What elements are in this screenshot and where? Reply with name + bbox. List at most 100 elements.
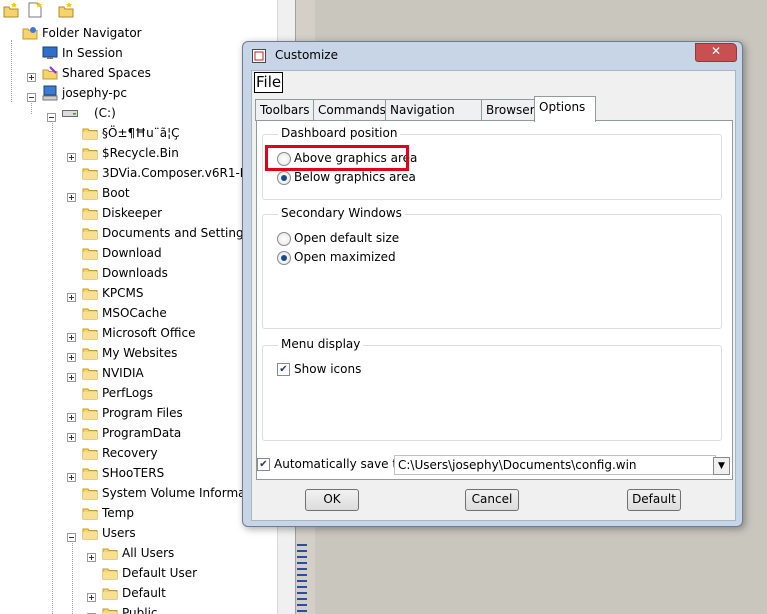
tree-item-label: Shared Spaces: [62, 66, 151, 80]
tree-item-label: NVIDIA: [102, 366, 144, 380]
expand-icon[interactable]: [27, 68, 36, 82]
tree-item[interactable]: Default: [0, 583, 277, 603]
tree-item-label: Downloads: [102, 266, 168, 280]
tree-item-label: SHooTERS: [102, 466, 165, 480]
tree-item-label: josephy-pc: [62, 86, 127, 100]
expand-icon[interactable]: [67, 368, 76, 382]
tree-item[interactable]: josephy-pc: [0, 83, 277, 103]
tree-item-label: Default: [122, 586, 166, 600]
folder-icon: [102, 545, 118, 561]
show-icons-checkbox[interactable]: ✔: [277, 363, 290, 376]
default-button[interactable]: Default: [627, 489, 681, 511]
tree-item[interactable]: $Recycle.Bin: [0, 143, 277, 163]
autosave-path-field[interactable]: C:\Users\josephy\Documents\config.win: [394, 455, 716, 475]
expand-icon[interactable]: [67, 188, 76, 202]
collapse-icon[interactable]: [27, 88, 36, 102]
folder-icon: [82, 465, 98, 481]
cancel-button[interactable]: Cancel: [465, 489, 519, 511]
folder-icon: [82, 305, 98, 321]
expand-icon[interactable]: [87, 588, 96, 602]
dialog-title: Customize: [275, 48, 338, 62]
secondary-windows-title: Secondary Windows: [278, 206, 405, 220]
tab-commands[interactable]: Commands: [313, 99, 387, 121]
expand-icon[interactable]: [87, 608, 96, 614]
folder-icon: [102, 605, 118, 614]
folder-icon: [82, 185, 98, 201]
folder-icon: [82, 525, 98, 541]
menu-file[interactable]: File: [254, 72, 284, 93]
menu-display-title: Menu display: [278, 337, 364, 351]
tree-item[interactable]: ProgramData: [0, 423, 277, 443]
open-default-size-label[interactable]: Open default size: [294, 231, 399, 245]
folder-icon: [82, 165, 98, 181]
tree-item[interactable]: All Users: [0, 543, 277, 563]
collapse-icon[interactable]: [47, 108, 56, 122]
tree-item-label: Download: [102, 246, 162, 260]
open-default-size-radio[interactable]: [277, 232, 291, 246]
tree-item-label: Recovery: [102, 446, 158, 460]
tree-item[interactable]: Program Files: [0, 403, 277, 423]
tree-item[interactable]: Downloads: [0, 263, 277, 283]
tree-item[interactable]: Users: [0, 523, 277, 543]
expand-icon[interactable]: [67, 148, 76, 162]
tree-item-label: Users: [102, 526, 136, 540]
chevron-down-icon[interactable]: ▼: [713, 457, 730, 475]
tree-item[interactable]: System Volume Information: [0, 483, 277, 503]
tree-item-label: KPCMS: [102, 286, 144, 300]
expand-icon[interactable]: [67, 428, 76, 442]
tree-item[interactable]: PerfLogs: [0, 383, 277, 403]
new-document-icon[interactable]: [26, 1, 44, 18]
tree-item[interactable]: Shared Spaces: [0, 63, 277, 83]
tree-item[interactable]: Diskeeper: [0, 203, 277, 223]
tree-item[interactable]: Public: [0, 603, 277, 614]
expand-icon[interactable]: [67, 328, 76, 342]
tree-item[interactable]: Default User: [0, 563, 277, 583]
folder-icon: [82, 205, 98, 221]
expand-icon[interactable]: [67, 408, 76, 422]
tree-item[interactable]: Boot: [0, 183, 277, 203]
autosave-checkbox[interactable]: ✔: [257, 458, 270, 471]
below-graphics-radio[interactable]: [277, 171, 291, 185]
tree-item[interactable]: KPCMS: [0, 283, 277, 303]
show-icons-label[interactable]: Show icons: [294, 362, 361, 376]
open-maximized-radio[interactable]: [277, 251, 291, 265]
tree-item-label: Boot: [102, 186, 130, 200]
tab-browser[interactable]: Browser: [481, 99, 537, 121]
expand-icon[interactable]: [67, 348, 76, 362]
tree-item-label: All Users: [122, 546, 175, 560]
tree-item[interactable]: My Websites: [0, 343, 277, 363]
ok-button[interactable]: OK: [305, 489, 359, 511]
tree-item[interactable]: NVIDIA: [0, 363, 277, 383]
folder-icon: [82, 325, 98, 341]
tab-navigation-tabs[interactable]: Navigation Tabs: [385, 99, 483, 137]
tab-toolbars[interactable]: Toolbars: [255, 99, 315, 121]
collapse-icon[interactable]: [67, 528, 76, 542]
expand-icon[interactable]: [67, 468, 76, 482]
open-maximized-label[interactable]: Open maximized: [294, 250, 396, 264]
tab-options[interactable]: Options: [534, 96, 596, 122]
expand-icon[interactable]: [87, 548, 96, 562]
tree-item[interactable]: §Ö±¶Ħu¨ã¦Ç: [0, 123, 277, 143]
expand-icon[interactable]: [67, 288, 76, 302]
collapse-arrows-icon[interactable]: [297, 540, 307, 614]
tree-item-label: Documents and Settings: [102, 226, 250, 240]
tree-item[interactable]: (C:): [0, 103, 277, 123]
new-folder-icon[interactable]: [2, 1, 20, 18]
add-folder-icon[interactable]: [57, 1, 75, 18]
tree-item[interactable]: Download: [0, 243, 277, 263]
menu-display-group: [262, 345, 722, 441]
tree-item[interactable]: In Session: [0, 43, 277, 63]
tree-item[interactable]: SHooTERS: [0, 463, 277, 483]
tree-item[interactable]: Temp: [0, 503, 277, 523]
folder-icon: [82, 285, 98, 301]
close-button[interactable]: ✕: [695, 43, 737, 62]
autosave-label[interactable]: Automatically save to: [274, 457, 404, 471]
tree-item[interactable]: Recovery: [0, 443, 277, 463]
tree-item[interactable]: Folder Navigator: [0, 23, 277, 43]
below-graphics-label[interactable]: Below graphics area: [294, 170, 416, 184]
tree-item[interactable]: MSOCache: [0, 303, 277, 323]
tree-item[interactable]: Microsoft Office: [0, 323, 277, 343]
tree-item-label: Default User: [122, 566, 198, 580]
tree-item[interactable]: Documents and Settings: [0, 223, 277, 243]
tree-item[interactable]: 3DVia.Composer.v6R1-Lz0-Cr: [0, 163, 278, 183]
